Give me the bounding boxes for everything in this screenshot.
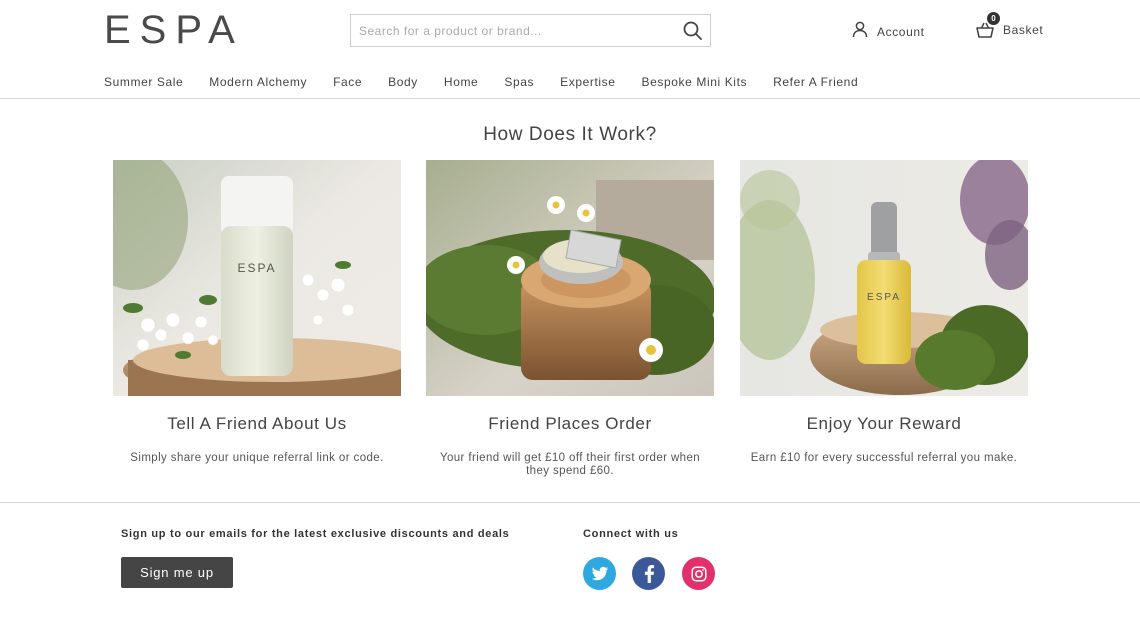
product-image-serum: ESPA <box>740 160 1028 396</box>
step-card-1: ESPA Tell A Friend About Us Simply share… <box>113 160 401 465</box>
account-label: Account <box>877 24 925 39</box>
sign-me-up-button[interactable]: Sign me up <box>121 557 233 588</box>
search-bar <box>350 14 711 47</box>
twitter-icon[interactable] <box>583 557 616 590</box>
bottle-label: ESPA <box>237 261 276 275</box>
account-link[interactable]: Account <box>851 20 925 43</box>
header-divider <box>0 98 1140 99</box>
nav-item-summer-sale[interactable]: Summer Sale <box>104 75 183 89</box>
nav-item-home[interactable]: Home <box>444 75 478 89</box>
instagram-icon[interactable] <box>682 557 715 590</box>
nav-item-refer-a-friend[interactable]: Refer A Friend <box>773 75 858 89</box>
product-image-balm <box>426 160 714 396</box>
user-icon <box>851 20 869 43</box>
card-text: Your friend will get £10 off their first… <box>439 452 701 477</box>
page-title: How Does It Work? <box>483 124 657 145</box>
espa-logo[interactable]: ESPA <box>104 10 244 50</box>
card-title: Tell A Friend About Us <box>167 414 347 433</box>
card-title: Enjoy Your Reward <box>806 414 962 433</box>
step-card-2: Friend Places Order Your friend will get… <box>426 160 714 478</box>
search-icon[interactable] <box>682 20 704 42</box>
basket-label: Basket <box>1003 23 1044 37</box>
nav-item-modern-alchemy[interactable]: Modern Alchemy <box>209 75 307 89</box>
card-text: Earn £10 for every successful referral y… <box>750 452 1018 464</box>
facebook-icon[interactable] <box>632 557 665 590</box>
bottle-label: ESPA <box>867 292 901 303</box>
basket-count-badge: 0 <box>987 12 1000 25</box>
nav-item-face[interactable]: Face <box>333 75 362 89</box>
product-image-tonic: ESPA <box>113 160 401 396</box>
connect-heading: Connect with us <box>583 528 679 540</box>
nav-item-body[interactable]: Body <box>388 75 418 89</box>
nav-item-expertise[interactable]: Expertise <box>560 75 615 89</box>
main-nav: Summer Sale Modern Alchemy Face Body Hom… <box>104 75 884 89</box>
step-card-3: ESPA Enjoy Your Reward Earn £10 for ever… <box>740 160 1028 465</box>
footer-divider <box>0 502 1140 503</box>
nav-item-spas[interactable]: Spas <box>504 75 534 89</box>
card-text: Simply share your unique referral link o… <box>130 452 384 464</box>
basket-link[interactable]: 0 Basket <box>975 12 1044 40</box>
nav-item-bespoke-mini-kits[interactable]: Bespoke Mini Kits <box>642 75 748 89</box>
search-input[interactable] <box>351 15 671 46</box>
card-title: Friend Places Order <box>488 414 652 433</box>
basket-icon: 0 <box>975 12 1000 40</box>
newsletter-text: Sign up to our emails for the latest exc… <box>121 528 510 540</box>
